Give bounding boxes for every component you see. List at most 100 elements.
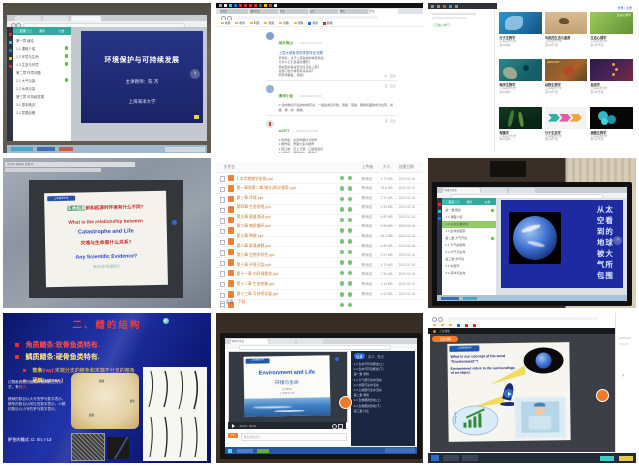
app-icon[interactable] xyxy=(9,57,12,60)
app-icon[interactable] xyxy=(9,49,12,52)
course-card[interactable]: BIOLOGY 动物生物学 上海海洋大学 第5次开课 xyxy=(545,59,588,103)
browser-tab[interactable]: 课程论坛 xyxy=(250,9,278,14)
post-title-link[interactable]: 上层水域鱼类的体型特征问题 xyxy=(279,50,398,55)
app-icon[interactable] xyxy=(438,203,441,206)
favicon[interactable] xyxy=(254,4,257,7)
row-checkbox[interactable] xyxy=(220,282,226,288)
url-field[interactable] xyxy=(238,16,378,19)
chapter-tree[interactable]: 第一章 绪论 1.1 课程介绍 1.2 从太空看地球 1.3 生命的起源 第二章… xyxy=(445,207,493,277)
taskbar-segment[interactable] xyxy=(462,455,478,461)
browser-tab[interactable]: 资料 xyxy=(340,9,368,14)
post-actions[interactable]: #1 · 回复 xyxy=(384,74,395,78)
video-play-button[interactable] xyxy=(504,389,513,398)
thumb-environment-concept-photo[interactable]: ☆ 正在播放 回到课程 上海海洋大学 What is our concept o… xyxy=(428,313,636,463)
download-icon[interactable] xyxy=(348,239,353,244)
row-checkbox[interactable] xyxy=(220,293,226,299)
folder-icon[interactable] xyxy=(449,324,452,327)
favicon[interactable] xyxy=(274,4,277,7)
app-icon[interactable] xyxy=(438,217,441,220)
taskbar-segment[interactable] xyxy=(441,297,459,300)
thumb-file-list[interactable]: 文件名 上传者 大小 创建日期 1 本学期教学安排.ppt 第一章和第二章 绪论… xyxy=(216,158,424,308)
thumb-projected-slide[interactable]: 文件(F) 编辑(E) 查看(V) 上海海洋大学 生命起源前和起源时环境有什么不… xyxy=(3,158,211,308)
download-icon[interactable] xyxy=(348,260,353,265)
bookmark-item[interactable]: 慕课 xyxy=(308,21,318,25)
download-selected-link[interactable]: 下载 xyxy=(238,300,246,305)
preview-icon[interactable] xyxy=(340,176,345,181)
note-icon[interactable] xyxy=(194,115,199,119)
row-checkbox[interactable] xyxy=(220,176,226,182)
app-icon[interactable] xyxy=(9,65,12,68)
toolbar-icon[interactable] xyxy=(431,5,434,8)
download-icon[interactable] xyxy=(348,250,353,255)
download-icon[interactable] xyxy=(348,228,353,233)
preview-icon[interactable] xyxy=(340,186,345,191)
help-fab[interactable] xyxy=(339,396,352,409)
toolbar-icon[interactable] xyxy=(437,5,440,8)
course-card[interactable]: 海藻学 上海海洋大学 共24课时 xyxy=(499,107,542,151)
row-checkbox[interactable] xyxy=(220,187,226,193)
bookmark-site-icon[interactable] xyxy=(473,324,476,327)
tab-courseware[interactable]: 课件 xyxy=(32,29,51,33)
taskbar-segment[interactable] xyxy=(257,449,269,453)
start-icon[interactable] xyxy=(431,455,439,461)
course-card[interactable]: 鸟类的生活与鉴赏 上海海洋大学 第3次开课 xyxy=(545,12,588,56)
thumb-video-player-photo[interactable]: 环境与生命 上海海洋大学 Environment and Life 环境与生命 … xyxy=(216,313,424,463)
download-icon[interactable] xyxy=(348,186,353,191)
lesson-list[interactable]: 1.1 生命与环境概述(上) 1.2 生命与环境概述(下) 第一章 测验 2.1… xyxy=(354,362,412,414)
tab-notice[interactable]: 公告 xyxy=(52,29,71,33)
settings-icon[interactable] xyxy=(332,424,337,429)
comment-input[interactable]: 发表我的评论… xyxy=(241,433,347,441)
favicon[interactable] xyxy=(249,4,252,7)
play-icon[interactable] xyxy=(232,424,235,428)
toolbar-icon[interactable] xyxy=(443,5,446,8)
next-slide-button[interactable]: › xyxy=(190,69,200,79)
thumb-forum-thread[interactable]: 讨论区 课程论坛 作业 公告 资料 考试 常用 教学 科研 视频 词典 课程 慕… xyxy=(216,3,424,153)
preview-icon[interactable] xyxy=(340,281,345,286)
course-card[interactable]: 鱼类学 上海海洋大学 第4次开课 xyxy=(590,59,633,103)
course-card[interactable]: 海洋生物学 上海海洋大学 共32课时 xyxy=(499,59,542,103)
download-icon[interactable] xyxy=(348,271,353,276)
select-all-checkbox[interactable] xyxy=(220,301,226,307)
row-checkbox[interactable] xyxy=(220,197,226,203)
download-icon[interactable] xyxy=(348,292,353,297)
select-all-label[interactable]: 全选 xyxy=(226,300,234,305)
next-slide-button[interactable]: › xyxy=(613,236,622,245)
favicon[interactable] xyxy=(259,4,262,7)
course-card[interactable]: 分子生物学 上海海洋大学 共16课时 xyxy=(499,12,542,56)
bookmark-site-icon[interactable] xyxy=(457,324,460,327)
preview-icon[interactable] xyxy=(340,218,345,223)
post-actions[interactable]: 赞 · 回复 xyxy=(385,119,396,123)
favicon[interactable] xyxy=(264,4,267,7)
preview-icon[interactable] xyxy=(340,250,345,255)
bookmark-item[interactable]: 邮箱 xyxy=(323,21,333,25)
thumb-earth-slide-photo[interactable]: 环境与生命 目录 课件 公告 第一章 绪论 1.1 课程介绍 1.2 从太空看 xyxy=(428,158,636,308)
download-icon[interactable] xyxy=(348,207,353,212)
course-card[interactable]: 细胞生物学 上海海洋大学 第6次开课 xyxy=(590,107,633,151)
username[interactable]: 海洋小鱼 xyxy=(279,94,293,98)
preview-icon[interactable] xyxy=(340,228,345,233)
browser-tab[interactable]: 讨论区 xyxy=(220,9,248,14)
collapse-panel-chevron[interactable]: › xyxy=(622,373,624,379)
row-checkbox[interactable] xyxy=(220,250,226,256)
start-icon[interactable] xyxy=(228,449,232,453)
bookmark-item[interactable]: 词典 xyxy=(279,21,289,25)
tab-directory[interactable]: 目录 xyxy=(13,29,32,33)
avatar[interactable] xyxy=(266,85,274,93)
browser-tab[interactable]: 作业 xyxy=(280,9,308,14)
bookmark-item[interactable]: 科研 xyxy=(250,21,260,25)
course-badge[interactable]: 回到课程 xyxy=(432,336,458,342)
favicon[interactable] xyxy=(229,4,232,7)
post-actions[interactable]: 赞 · 回复 xyxy=(385,84,396,88)
row-checkbox[interactable] xyxy=(220,218,226,224)
favicon[interactable] xyxy=(224,4,227,7)
taskbar-segment[interactable] xyxy=(237,449,253,453)
taskbar-segment[interactable] xyxy=(37,147,55,151)
preview-icon[interactable] xyxy=(340,239,345,244)
row-checkbox[interactable] xyxy=(220,229,226,235)
bookmark-item[interactable]: 教学 xyxy=(235,21,245,25)
toolbar-icon[interactable] xyxy=(455,5,458,8)
course-card[interactable]: 生态心理学 生态心理学 上海海洋大学 第2次开课 xyxy=(590,12,633,56)
username[interactable]: 绿水青山 xyxy=(279,41,293,45)
download-icon[interactable] xyxy=(348,176,353,181)
taskbar-segment[interactable] xyxy=(443,455,459,461)
